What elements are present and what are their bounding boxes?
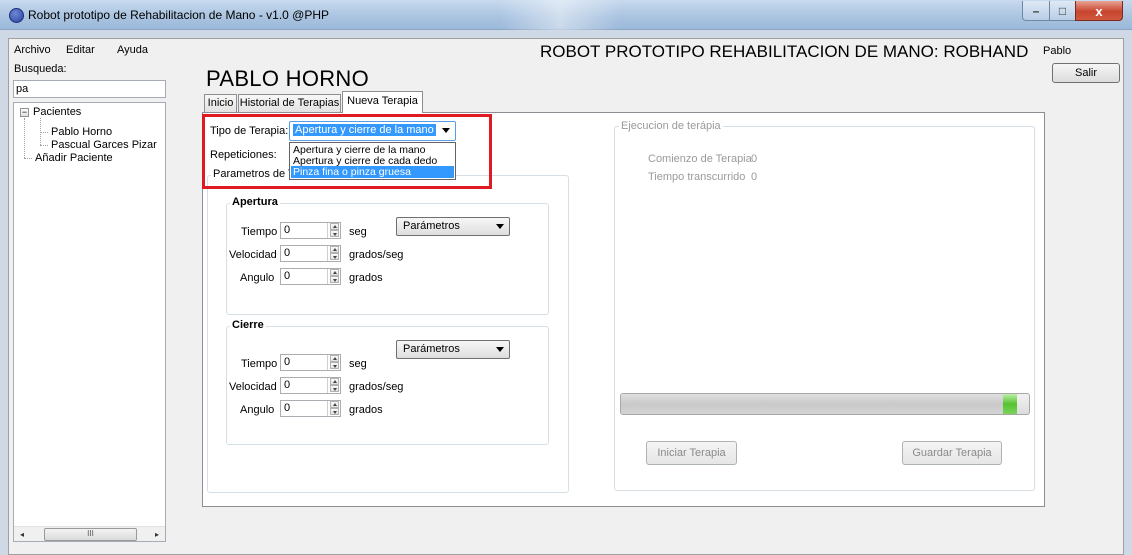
therapy-progress-bar xyxy=(620,393,1030,415)
menu-ayuda[interactable]: Ayuda xyxy=(117,44,148,56)
user-name: Pablo xyxy=(1043,45,1072,57)
close-icon: x xyxy=(1095,4,1103,19)
cierre-title: Cierre xyxy=(230,319,266,331)
cierre-tiempo-unit: seg xyxy=(349,358,367,370)
apertura-angulo-label: Angulo xyxy=(240,272,275,284)
start-time-label: Comienzo de Terapia xyxy=(648,153,752,165)
tree-connector xyxy=(40,132,48,133)
spin-icon[interactable] xyxy=(327,246,340,261)
cierre-velocidad-stepper[interactable]: 0 xyxy=(280,377,341,394)
cierre-angulo-label: Angulo xyxy=(240,404,275,416)
spin-icon[interactable] xyxy=(327,269,340,284)
tree-item-pablo-horno[interactable]: Pablo Horno xyxy=(51,126,112,138)
app-heading: ROBOT PROTOTIPO REHABILITACION DE MANO: … xyxy=(540,42,1029,61)
spin-icon[interactable] xyxy=(327,355,340,370)
search-input[interactable]: pa xyxy=(13,80,166,98)
cierre-angulo-unit: grados xyxy=(349,404,383,416)
cierre-velocidad-unit: grados/seg xyxy=(349,381,404,393)
execution-group-title: Ejecucion de terápia xyxy=(619,120,723,132)
scroll-left-icon[interactable]: ◂ xyxy=(14,527,30,542)
window-title: Robot prototipo de Rehabilitacion de Man… xyxy=(28,8,330,22)
tree-horizontal-scrollbar[interactable]: ◂ III ▸ xyxy=(14,526,165,541)
scroll-right-icon[interactable]: ▸ xyxy=(149,527,165,542)
close-button[interactable]: x xyxy=(1075,1,1123,21)
progress-fill xyxy=(621,394,1017,414)
chevron-down-icon xyxy=(496,347,504,352)
elapsed-time-label: Tiempo transcurrido xyxy=(648,171,746,183)
apertura-tiempo-stepper[interactable]: 0 xyxy=(280,222,341,239)
apertura-tiempo-label: Tiempo xyxy=(241,226,278,238)
tree-connector xyxy=(40,145,48,146)
tree-root-pacientes[interactable]: Pacientes xyxy=(33,106,81,118)
apertura-velocidad-unit: grados/seg xyxy=(349,249,404,261)
tree-item-add-patient[interactable]: Añadir Paciente xyxy=(35,152,113,164)
cierre-angulo-stepper[interactable]: 0 xyxy=(280,400,341,417)
scroll-thumb[interactable]: III xyxy=(44,528,137,541)
apertura-preset-value: Parámetros xyxy=(403,220,460,232)
start-therapy-button[interactable]: Iniciar Terapia xyxy=(646,441,737,465)
elapsed-time-value: 0 xyxy=(751,171,758,183)
apertura-velocidad-label: Velocidad xyxy=(229,249,277,261)
minimize-icon: – xyxy=(1032,4,1040,18)
spin-icon[interactable] xyxy=(327,223,340,238)
save-therapy-button[interactable]: Guardar Terapia xyxy=(902,441,1002,465)
tree-connector xyxy=(24,158,32,159)
cierre-preset-select[interactable]: Parámetros xyxy=(396,340,510,359)
chevron-down-icon xyxy=(496,224,504,229)
cierre-tiempo-stepper[interactable]: 0 xyxy=(280,354,341,371)
apertura-velocidad-stepper[interactable]: 0 xyxy=(280,245,341,262)
title-bar-glare xyxy=(500,0,620,30)
search-label: Busqueda: xyxy=(14,63,67,75)
tree-connector xyxy=(24,118,25,158)
search-value: pa xyxy=(16,83,29,95)
spin-icon[interactable] xyxy=(327,378,340,393)
menu-archivo[interactable]: Archivo xyxy=(14,44,51,56)
apertura-preset-select[interactable]: Parámetros xyxy=(396,217,510,236)
apertura-angulo-stepper[interactable]: 0 xyxy=(280,268,341,285)
apertura-angulo-unit: grados xyxy=(349,272,383,284)
tab-historial[interactable]: Historial de Terapias xyxy=(238,94,341,112)
minimize-button[interactable]: – xyxy=(1022,1,1050,21)
maximize-button[interactable]: □ xyxy=(1049,1,1076,21)
menu-editar[interactable]: Editar xyxy=(66,44,95,56)
logout-button[interactable]: Salir xyxy=(1052,63,1120,83)
tab-inicio[interactable]: Inicio xyxy=(204,94,237,112)
tree-collapse-icon[interactable]: − xyxy=(20,108,29,117)
spin-icon[interactable] xyxy=(327,401,340,416)
cierre-tiempo-label: Tiempo xyxy=(241,358,278,370)
patient-name: PABLO HORNO xyxy=(206,66,370,91)
patient-tree[interactable] xyxy=(13,102,166,542)
highlight-annotation xyxy=(202,114,492,189)
apertura-title: Apertura xyxy=(230,196,280,208)
app-icon xyxy=(9,8,24,23)
apertura-tiempo-unit: seg xyxy=(349,226,367,238)
cierre-preset-value: Parámetros xyxy=(403,343,460,355)
start-time-value: 0 xyxy=(751,153,758,165)
cierre-velocidad-label: Velocidad xyxy=(229,381,277,393)
tree-item-pascual-garces[interactable]: Pascual Garces Pizar xyxy=(51,139,157,151)
maximize-icon: □ xyxy=(1058,4,1067,18)
tab-nueva-terapia[interactable]: Nueva Terapia xyxy=(342,91,423,113)
